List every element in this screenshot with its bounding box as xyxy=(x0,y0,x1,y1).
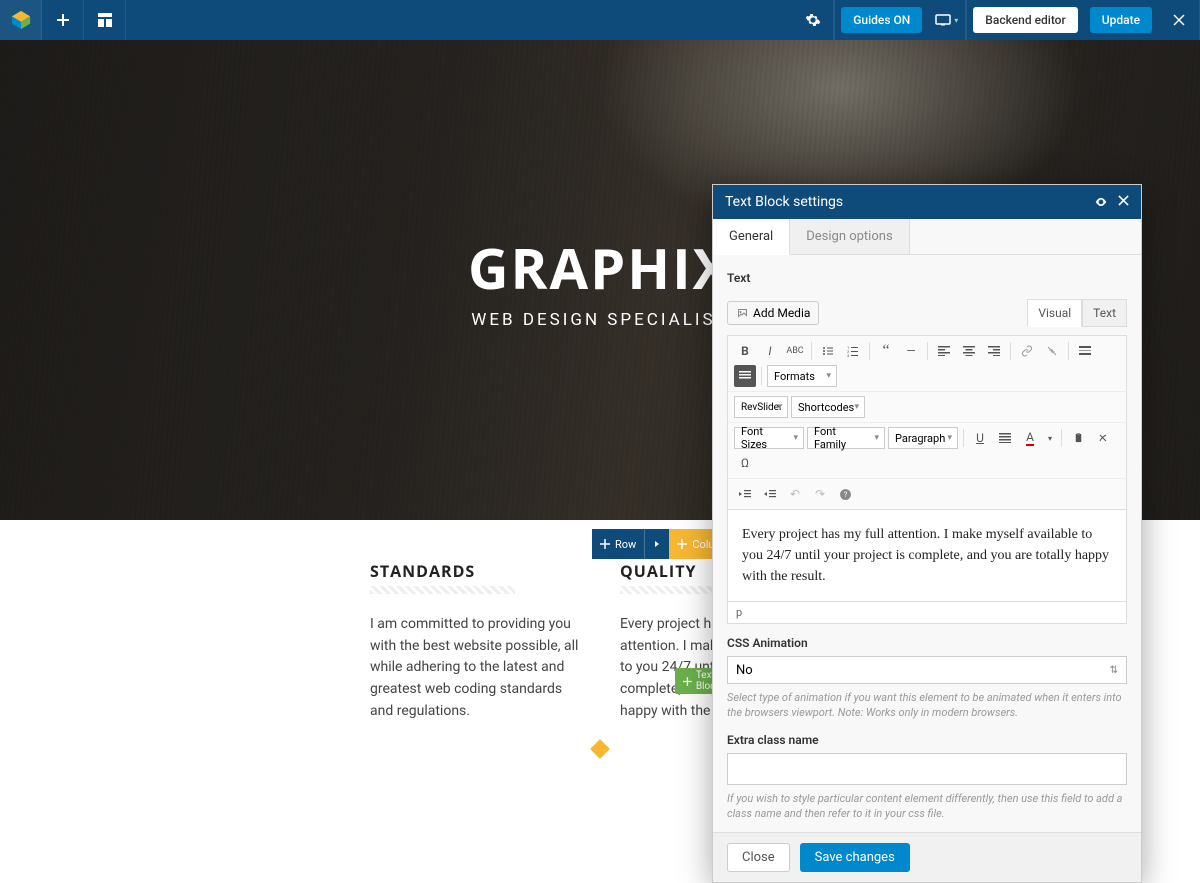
panel-title: Text Block settings xyxy=(725,194,843,210)
blockquote-button[interactable]: “ xyxy=(875,340,897,362)
extra-class-label: Extra class name xyxy=(727,733,1127,747)
editor-status-path: p xyxy=(727,602,1127,624)
editor-topbar: Guides ON ▾ Backend editor Update xyxy=(0,0,1200,40)
backend-editor-button[interactable]: Backend editor xyxy=(973,7,1077,33)
tab-design-options[interactable]: Design options xyxy=(790,219,909,254)
formats-dropdown[interactable]: Formats xyxy=(767,365,837,387)
templates-button[interactable] xyxy=(84,0,126,40)
paragraph-dropdown[interactable]: Paragraph xyxy=(888,427,958,449)
close-editor-button[interactable] xyxy=(1158,0,1200,40)
textcolor-arrow[interactable]: ▾ xyxy=(1044,427,1056,449)
textblock-settings-panel: Text Block settings General Design optio… xyxy=(712,184,1142,883)
editor-text-tab[interactable]: Text xyxy=(1082,299,1127,327)
css-animation-hint: Select type of animation if you want thi… xyxy=(727,690,1127,721)
redo-button[interactable]: ↷ xyxy=(809,483,831,505)
row-drag-handle[interactable]: Row xyxy=(592,529,644,559)
clear-formatting-button[interactable] xyxy=(1092,427,1114,449)
tab-general[interactable]: General xyxy=(713,219,790,255)
panel-close-icon[interactable] xyxy=(1118,195,1129,209)
save-changes-button[interactable]: Save changes xyxy=(800,843,910,872)
toolbar-toggle-button[interactable] xyxy=(734,365,756,387)
panel-header[interactable]: Text Block settings xyxy=(713,185,1141,219)
align-left-button[interactable] xyxy=(933,340,955,362)
add-element-button[interactable] xyxy=(42,0,84,40)
undo-button[interactable]: ↶ xyxy=(784,483,806,505)
special-char-button[interactable]: Ω xyxy=(734,452,756,474)
editor-toolbar-row3: Font Sizes Font Family Paragraph U A ▾ Ω xyxy=(727,422,1127,478)
editor-content-area[interactable]: Every project has my full attention. I m… xyxy=(727,509,1127,602)
editor-toolbar-row4: ↶ ↷ ? xyxy=(727,478,1127,509)
app-logo[interactable] xyxy=(0,0,42,40)
hero-subtitle: WEB DESIGN SPECIALIST xyxy=(471,310,728,330)
underline-button[interactable]: U xyxy=(969,427,991,449)
close-button[interactable]: Close xyxy=(727,843,790,872)
add-media-button[interactable]: Add Media xyxy=(727,301,819,325)
row-layout-button[interactable] xyxy=(644,529,669,559)
align-right-button[interactable] xyxy=(983,340,1005,362)
font-sizes-dropdown[interactable]: Font Sizes xyxy=(734,427,804,449)
editor-visual-tab[interactable]: Visual xyxy=(1027,299,1082,327)
numbered-list-button[interactable]: 123 xyxy=(842,340,864,362)
bullet-list-button[interactable] xyxy=(817,340,839,362)
column-heading: STANDARDS xyxy=(370,560,580,594)
settings-icon[interactable] xyxy=(792,0,834,40)
indent-button[interactable] xyxy=(759,483,781,505)
revslider-button[interactable]: RevSlider xyxy=(734,396,788,418)
font-family-dropdown[interactable]: Font Family xyxy=(807,427,885,449)
guides-toggle[interactable]: Guides ON xyxy=(841,7,922,33)
bold-button[interactable]: B xyxy=(734,340,756,362)
css-animation-select[interactable]: No xyxy=(727,656,1127,684)
text-field-label: Text xyxy=(727,271,1127,285)
css-animation-label: CSS Animation xyxy=(727,636,1127,650)
paste-button[interactable] xyxy=(1067,427,1089,449)
italic-button[interactable]: I xyxy=(759,340,781,362)
separator-diamond-icon xyxy=(590,740,610,760)
hr-button[interactable]: — xyxy=(900,340,922,362)
shortcodes-dropdown[interactable]: Shortcodes xyxy=(791,396,865,418)
panel-tabs: General Design options xyxy=(713,219,1141,255)
extra-class-hint: If you wish to style particular content … xyxy=(727,791,1127,822)
outdent-button[interactable] xyxy=(734,483,756,505)
editor-toolbar-row1: B I ABC 123 “ — Formats xyxy=(727,335,1127,391)
panel-footer: Close Save changes xyxy=(713,832,1141,882)
svg-text:3: 3 xyxy=(847,353,849,357)
textcolor-button[interactable]: A xyxy=(1019,427,1041,449)
justify-button[interactable] xyxy=(994,427,1016,449)
hero-title: GRAPHIX xyxy=(468,230,732,306)
link-button[interactable] xyxy=(1016,340,1038,362)
column-body: I am committed to providing you with the… xyxy=(370,614,580,722)
panel-preview-icon[interactable] xyxy=(1094,195,1108,209)
update-button[interactable]: Update xyxy=(1090,7,1152,33)
help-button[interactable]: ? xyxy=(834,483,856,505)
svg-text:?: ? xyxy=(843,490,847,499)
extra-class-input[interactable] xyxy=(727,753,1127,785)
viewport-button[interactable]: ▾ xyxy=(928,0,966,40)
strikethrough-button[interactable]: ABC xyxy=(784,340,806,362)
unlink-button[interactable] xyxy=(1041,340,1063,362)
editor-toolbar-row2: RevSlider Shortcodes xyxy=(727,391,1127,422)
row-controls: Row xyxy=(592,529,669,559)
align-center-button[interactable] xyxy=(958,340,980,362)
more-button[interactable] xyxy=(1074,340,1096,362)
column-standards: STANDARDS I am committed to providing yo… xyxy=(370,560,580,722)
